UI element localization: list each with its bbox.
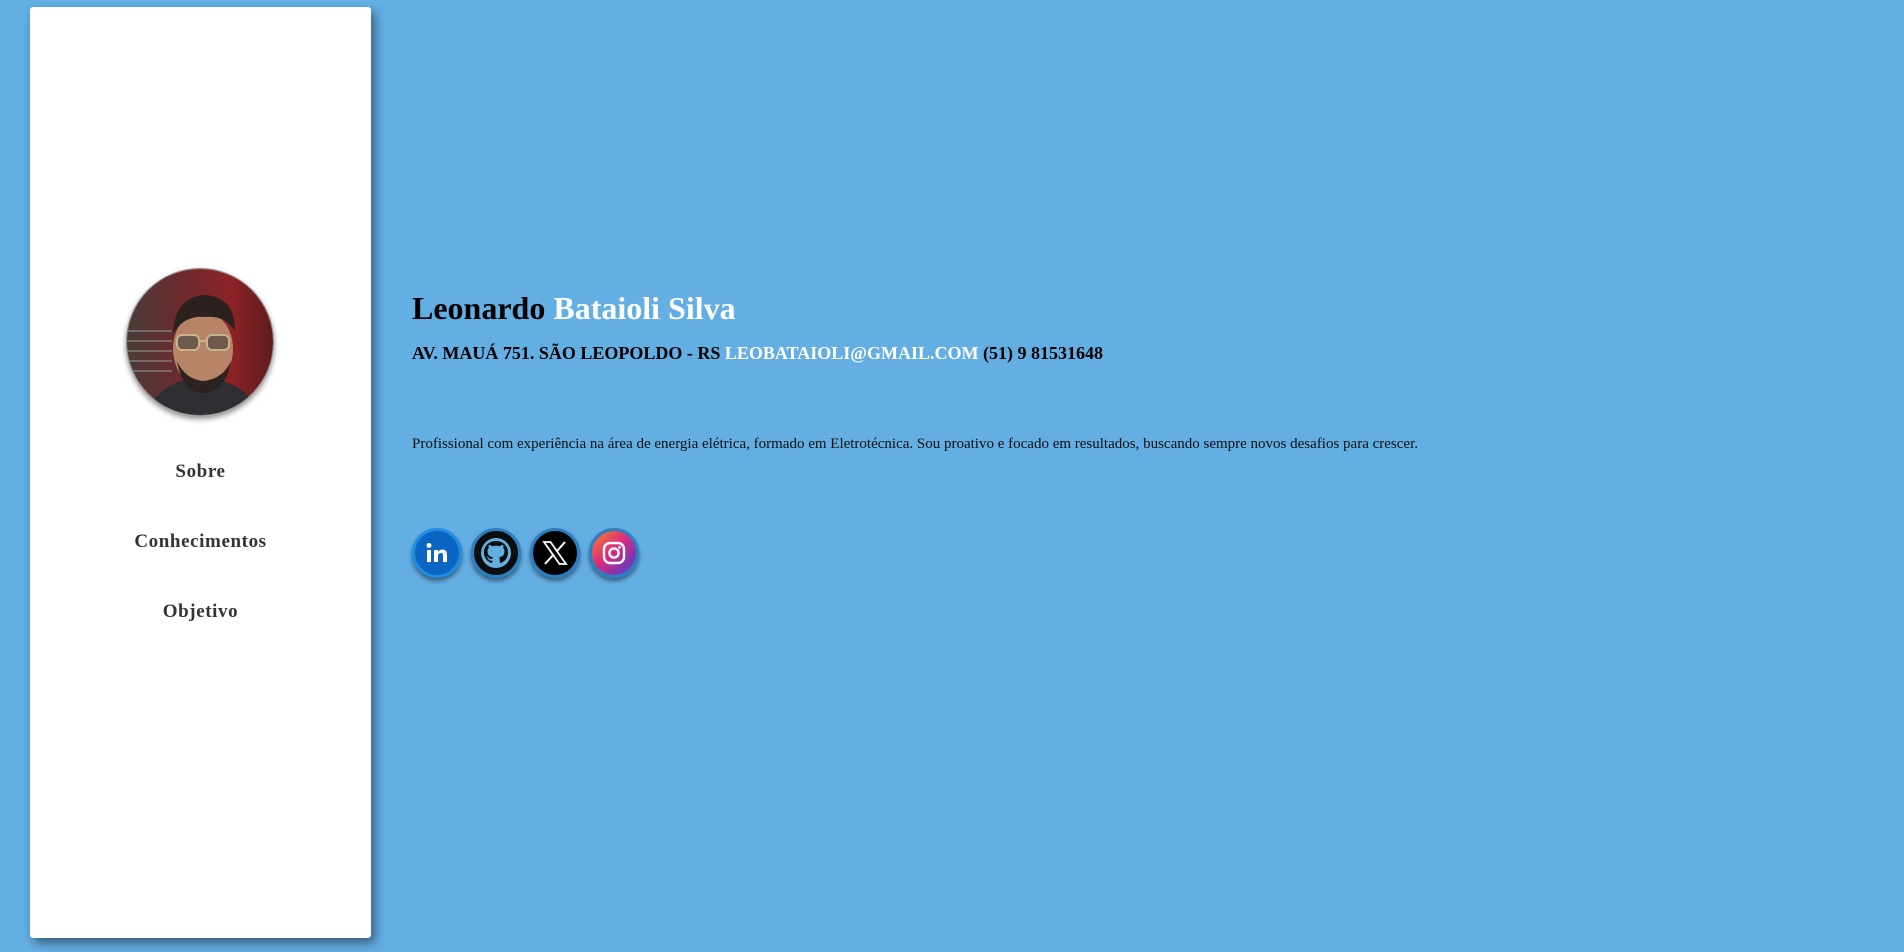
- avatar: [126, 268, 274, 416]
- instagram-link[interactable]: [589, 528, 639, 578]
- contact-line: AV. MAUÁ 751. SÃO LEOPOLDO - RS LEOBATAI…: [412, 343, 1103, 364]
- profile-photo: [127, 269, 273, 415]
- github-icon: [481, 538, 511, 568]
- nav-conhecimentos[interactable]: Conhecimentos: [30, 531, 371, 553]
- linkedin-link[interactable]: [412, 528, 462, 578]
- last-name: Bataioli Silva: [553, 290, 736, 326]
- github-link[interactable]: [471, 528, 521, 578]
- first-name: Leonardo: [412, 290, 546, 326]
- nav-objetivo[interactable]: Objetivo: [30, 601, 371, 623]
- phone: (51) 9 81531648: [982, 343, 1103, 363]
- sidebar: Sobre Conhecimentos Objetivo: [30, 7, 371, 938]
- social-links: [412, 528, 639, 578]
- page-title: Leonardo Bataioli Silva: [412, 290, 736, 327]
- nav-sobre[interactable]: Sobre: [30, 461, 371, 483]
- instagram-icon: [602, 541, 626, 565]
- about-text: Profissional com experiência na área de …: [412, 436, 1418, 452]
- address: AV. MAUÁ 751. SÃO LEOPOLDO - RS: [412, 343, 721, 363]
- page: Sobre Conhecimentos Objetivo Leonardo Ba…: [0, 0, 1904, 952]
- x-link[interactable]: [530, 528, 580, 578]
- email-link[interactable]: LEOBATAIOLI@GMAIL.COM: [725, 343, 979, 363]
- linkedin-icon: [426, 543, 447, 562]
- x-icon: [542, 541, 568, 565]
